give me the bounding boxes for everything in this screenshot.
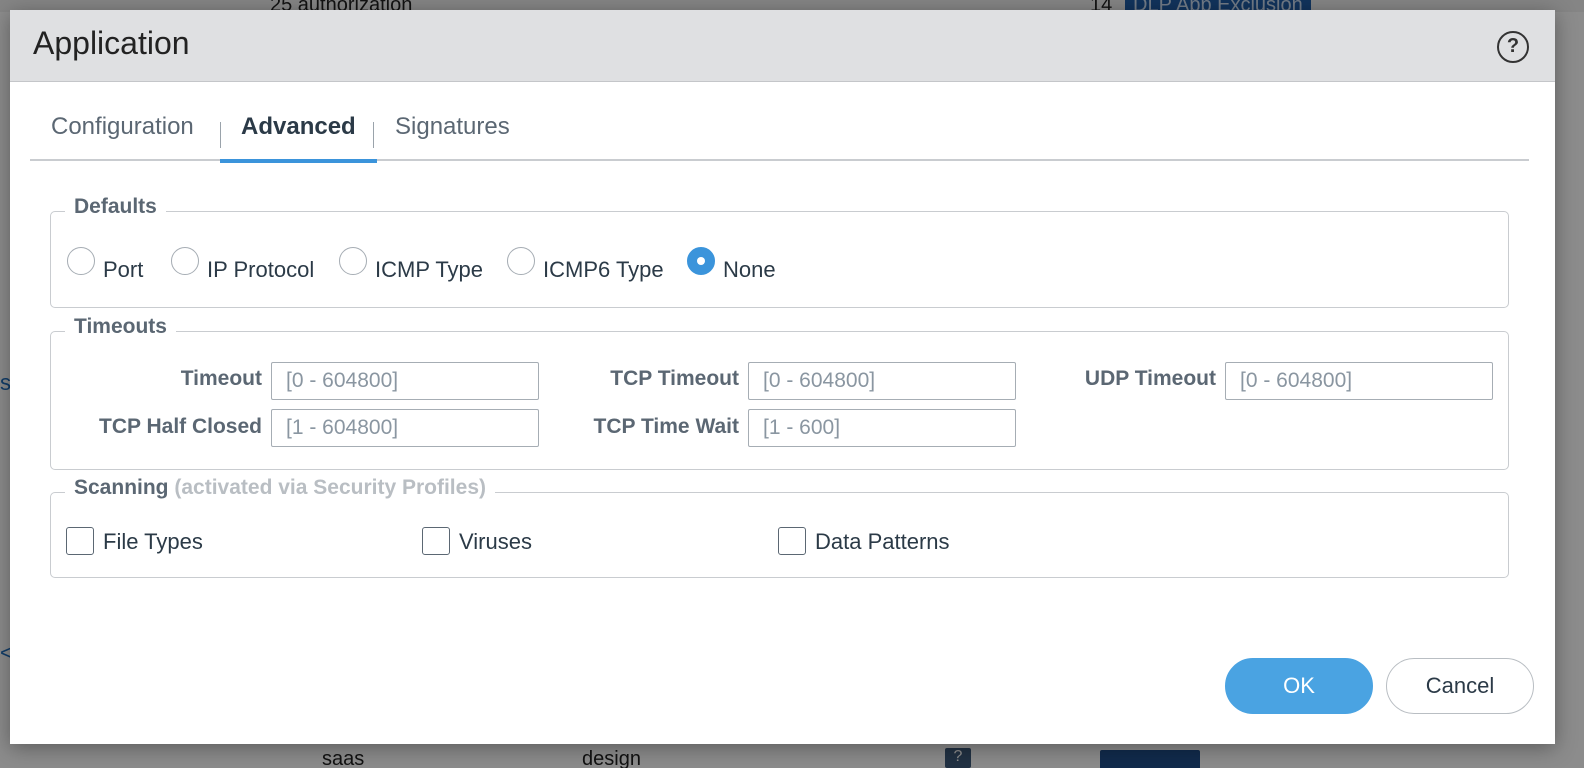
checkbox[interactable]: [66, 527, 94, 555]
tcp-timeout-label: TCP Timeout: [610, 367, 739, 390]
scanning-group: Scanning (activated via Security Profile…: [50, 476, 1509, 578]
tab-configuration[interactable]: Configuration: [51, 113, 194, 161]
radio-label: IP Protocol: [207, 257, 315, 282]
ok-button[interactable]: OK: [1225, 658, 1373, 714]
tab-advanced[interactable]: Advanced: [220, 113, 377, 163]
tab-bar: Configuration Advanced Signatures: [30, 103, 1529, 163]
scanning-legend-note: (activated via Security Profiles): [174, 476, 486, 499]
tab-signatures[interactable]: Signatures: [395, 113, 510, 161]
checkbox[interactable]: [778, 527, 806, 555]
scanning-legend: Scanning (activated via Security Profile…: [65, 476, 495, 500]
tcp-half-closed-label: TCP Half Closed: [99, 415, 262, 438]
application-dialog: Application ? Configuration Advanced Sig…: [10, 10, 1555, 744]
radio-button[interactable]: [67, 247, 95, 275]
tab-separator: [220, 122, 221, 148]
tcp-time-wait-input[interactable]: [748, 409, 1016, 447]
scanning-legend-title: Scanning: [74, 476, 169, 499]
radio-button[interactable]: [339, 247, 367, 275]
radio-label: ICMP6 Type: [543, 257, 664, 282]
udp-timeout-label: UDP Timeout: [1084, 367, 1216, 390]
defaults-group: Defaults Port IP Protocol ICMP Type ICMP…: [50, 195, 1509, 308]
tcp-half-closed-input[interactable]: [271, 409, 539, 447]
udp-timeout-input[interactable]: [1225, 362, 1493, 400]
checkbox[interactable]: [422, 527, 450, 555]
timeout-label: Timeout: [180, 367, 262, 390]
checkbox-label: File Types: [103, 529, 203, 554]
radio-button-selected[interactable]: [687, 247, 715, 275]
checkbox-label: Viruses: [459, 529, 532, 554]
defaults-legend: Defaults: [65, 195, 166, 219]
radio-button[interactable]: [171, 247, 199, 275]
cancel-button[interactable]: Cancel: [1386, 658, 1534, 714]
dialog-header: Application ?: [10, 10, 1555, 82]
timeouts-legend: Timeouts: [65, 315, 176, 339]
timeouts-group: Timeouts Timeout TCP Timeout UDP Timeout…: [50, 315, 1509, 470]
radio-button[interactable]: [507, 247, 535, 275]
tcp-time-wait-label: TCP Time Wait: [593, 415, 739, 438]
timeout-input[interactable]: [271, 362, 539, 400]
radio-label: None: [723, 257, 776, 282]
tcp-timeout-input[interactable]: [748, 362, 1016, 400]
tab-separator: [373, 122, 374, 148]
help-icon[interactable]: ?: [1497, 31, 1529, 63]
radio-label: ICMP Type: [375, 257, 484, 282]
radio-label: Port: [103, 257, 144, 282]
checkbox-label: Data Patterns: [815, 529, 950, 554]
dialog-title: Application: [33, 25, 190, 61]
